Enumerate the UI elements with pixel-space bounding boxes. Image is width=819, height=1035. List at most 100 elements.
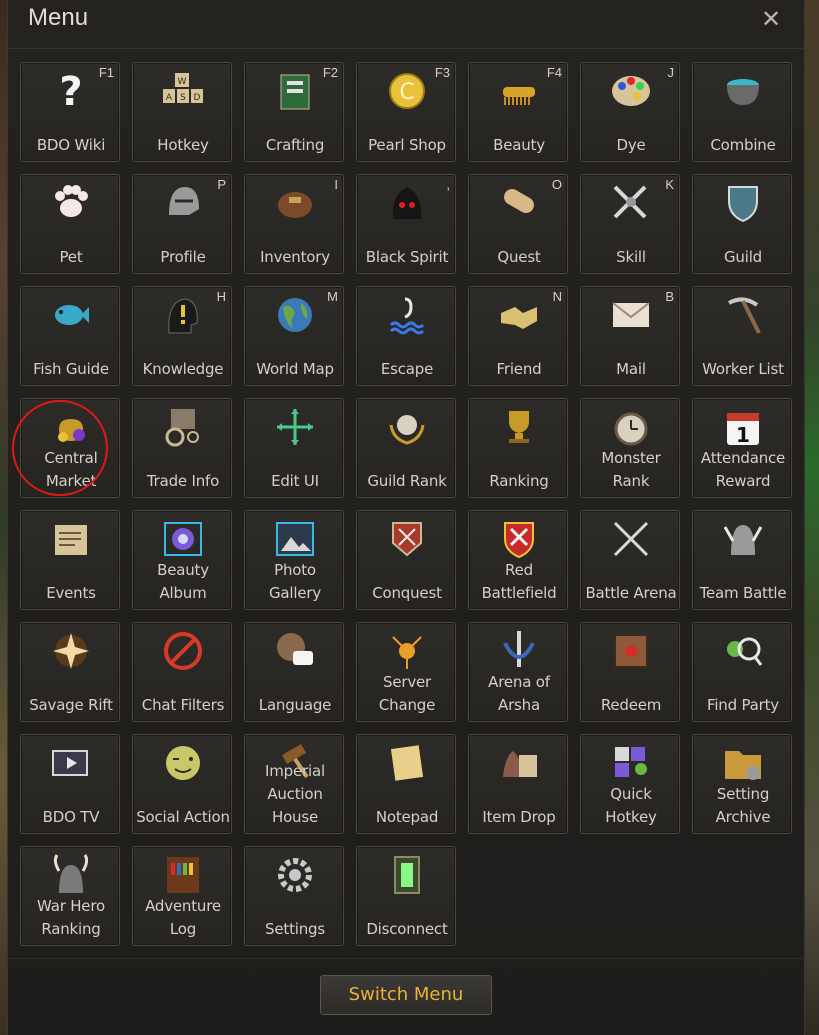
menu-tile-fish-guide[interactable]: Fish Guide (20, 286, 120, 386)
menu-tile-label: Quest (469, 246, 569, 269)
server-node-icon (392, 636, 422, 669)
menu-tile-label: Battle Arena (581, 582, 681, 605)
notepad-icon (390, 745, 424, 781)
menu-tile-label: Friend (469, 358, 569, 381)
menu-tile-label: Beauty Album (133, 559, 233, 605)
menu-tile-notepad[interactable]: Notepad (356, 734, 456, 834)
menu-tile-label: Combine (693, 134, 793, 157)
hotkey-label: K (665, 177, 674, 192)
label-line-1: Hotkey (157, 136, 209, 154)
menu-tile-label: Item Drop (469, 806, 569, 829)
menu-tile-redeem[interactable]: Redeem (580, 622, 680, 722)
menu-tile-imperial-auction-house[interactable]: Imperial Auction House (244, 734, 344, 834)
menu-tile-hotkey[interactable]: W A S D Hotkey (132, 62, 232, 162)
menu-tile-quest[interactable]: O Quest (468, 174, 568, 274)
comb-icon (503, 87, 535, 105)
menu-tile-label: BDO Wiki (21, 134, 121, 157)
menu-tile-black-spirit[interactable]: , Black Spirit (356, 174, 456, 274)
svg-text:?: ? (59, 69, 82, 113)
menu-tile-team-battle[interactable]: Team Battle (692, 510, 792, 610)
menu-tile-profile[interactable]: P Profile (132, 174, 232, 274)
label-line-1: Chat Filters (141, 696, 225, 714)
menu-tile-label: Worker List (693, 358, 793, 381)
menu-tile-pearl-shop[interactable]: C F3 Pearl Shop (356, 62, 456, 162)
menu-tile-ranking[interactable]: Ranking (468, 398, 568, 498)
label-line-1: Disconnect (366, 920, 448, 938)
menu-tile-guild-rank[interactable]: Guild Rank (356, 398, 456, 498)
menu-tile-arena-of-arsha[interactable]: Arena of Arsha (468, 622, 568, 722)
label-line-2: Auction (267, 785, 323, 803)
menu-tile-adventure-log[interactable]: Adventure Log (132, 846, 232, 946)
menu-tile-setting-archive[interactable]: Setting Archive (692, 734, 792, 834)
menu-tile-label: Settings (245, 918, 345, 941)
menu-tile-beauty-album[interactable]: Beauty Album (132, 510, 232, 610)
menu-tile-war-hero-ranking[interactable]: War Hero Ranking (20, 846, 120, 946)
menu-tile-events[interactable]: Events (20, 510, 120, 610)
red-shield-icon (504, 522, 534, 559)
menu-tile-label: Hotkey (133, 134, 233, 157)
menu-tile-world-map[interactable]: M World Map (244, 286, 344, 386)
svg-text:C: C (399, 80, 414, 105)
hotkey-label: H (216, 289, 226, 304)
hotkey-label: J (667, 65, 675, 80)
menu-tile-skill[interactable]: K Skill (580, 174, 680, 274)
label-line-1: Red (505, 561, 533, 579)
language-globe-icon (277, 633, 313, 665)
menu-tile-conquest[interactable]: Conquest (356, 510, 456, 610)
menu-tile-social-action[interactable]: Social Action (132, 734, 232, 834)
menu-tile-label: Fish Guide (21, 358, 121, 381)
menu-tile-label: World Map (245, 358, 345, 381)
menu-tile-label: Social Action (133, 806, 233, 829)
door-exit-icon (394, 856, 420, 894)
label-line-2: Arsha (498, 696, 540, 714)
menu-tile-beauty[interactable]: F4 Beauty (468, 62, 568, 162)
tv-icon (52, 750, 88, 776)
paw-icon (55, 185, 88, 217)
menu-tile-bdo-wiki[interactable]: ? F1 BDO Wiki (20, 62, 120, 162)
menu-tile-friend[interactable]: N Friend (468, 286, 568, 386)
crafting-book-icon (280, 74, 310, 110)
menu-tile-pet[interactable]: Pet (20, 174, 120, 274)
menu-tile-find-party[interactable]: Find Party (692, 622, 792, 722)
label-line-1: BDO Wiki (36, 136, 106, 154)
cauldron-icon (727, 79, 759, 105)
folder-gear-icon (725, 751, 761, 780)
menu-tile-chat-filters[interactable]: Chat Filters (132, 622, 232, 722)
switch-menu-button[interactable]: Switch Menu (320, 975, 492, 1015)
menu-tile-dye[interactable]: J Dye (580, 62, 680, 162)
menu-tile-knowledge[interactable]: H Knowledge (132, 286, 232, 386)
label-line-1: BDO TV (42, 808, 100, 826)
hotkey-label: I (334, 177, 338, 192)
menu-tile-savage-rift[interactable]: Savage Rift (20, 622, 120, 722)
menu-tile-escape[interactable]: Escape (356, 286, 456, 386)
menu-tile-edit-ui[interactable]: Edit UI (244, 398, 344, 498)
label-line-1: Beauty (493, 136, 545, 154)
menu-tile-crafting[interactable]: F2 Crafting (244, 62, 344, 162)
menu-tile-settings[interactable]: Settings (244, 846, 344, 946)
hotkey-label: F4 (546, 65, 562, 80)
menu-tile-guild[interactable]: Guild (692, 174, 792, 274)
menu-tile-bdo-tv[interactable]: BDO TV (20, 734, 120, 834)
globe-icon (278, 298, 312, 332)
menu-tile-mail[interactable]: B Mail (580, 286, 680, 386)
menu-tile-worker-list[interactable]: Worker List (692, 286, 792, 386)
menu-tile-inventory[interactable]: I Inventory (244, 174, 344, 274)
menu-tile-battle-arena[interactable]: Battle Arena (580, 510, 680, 610)
wagon-icon (165, 409, 199, 447)
menu-tile-attendance-reward[interactable]: 1 Attendance Reward (692, 398, 792, 498)
label-line-1: Fish Guide (33, 360, 109, 378)
menu-tile-combine[interactable]: Combine (692, 62, 792, 162)
menu-tile-server-change[interactable]: Server Change (356, 622, 456, 722)
menu-tile-quick-hotkey[interactable]: Quick Hotkey (580, 734, 680, 834)
label-line-1: Events (46, 584, 96, 602)
svg-text:D: D (194, 93, 201, 103)
menu-tile-monster-rank[interactable]: Monster Rank (580, 398, 680, 498)
menu-tile-disconnect[interactable]: Disconnect (356, 846, 456, 946)
close-icon[interactable]: ✕ (758, 6, 784, 32)
escape-wave-icon (389, 297, 425, 335)
menu-tile-language[interactable]: Language (244, 622, 344, 722)
menu-tile-red-battlefield[interactable]: Red Battlefield (468, 510, 568, 610)
menu-tile-photo-gallery[interactable]: Photo Gallery (244, 510, 344, 610)
menu-tile-trade-info[interactable]: Trade Info (132, 398, 232, 498)
menu-tile-item-drop[interactable]: Item Drop (468, 734, 568, 834)
